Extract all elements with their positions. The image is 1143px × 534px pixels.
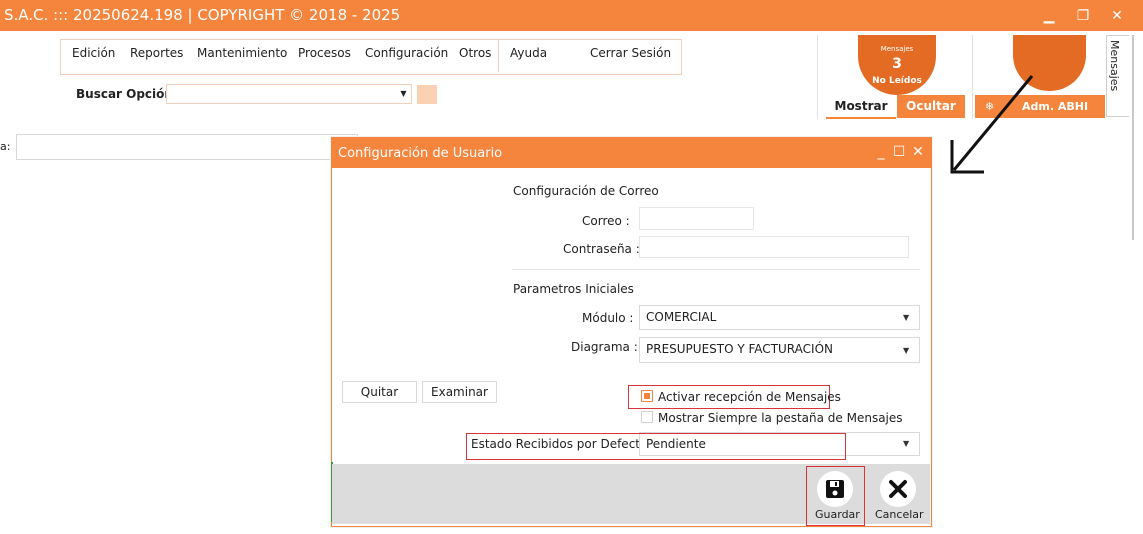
menu-reportes[interactable]: Reportes (130, 46, 183, 60)
chevron-down-icon[interactable]: ▼ (903, 346, 909, 355)
background-field-label: a: (0, 140, 11, 153)
save-label[interactable]: Guardar (815, 508, 860, 521)
messages-side-tab-label: Mensajes (1108, 40, 1121, 92)
email-field[interactable] (639, 207, 754, 230)
chevron-down-icon[interactable]: ▼ (396, 85, 411, 103)
menu-otros[interactable]: Otros (459, 46, 491, 60)
menu-mantenimiento[interactable]: Mantenimiento (197, 46, 287, 60)
close-icon[interactable]: ✕ (1104, 4, 1130, 28)
search-go-button[interactable] (417, 85, 437, 104)
messages-small-label: Mensajes (880, 45, 914, 53)
window-title: S.A.C. ::: 20250624.198 | COPYRIGHT © 20… (4, 6, 401, 24)
menu-ayuda[interactable]: Ayuda (510, 46, 547, 60)
password-label: Contraseña : (563, 242, 640, 256)
show-messages-button[interactable]: Mostrar (826, 95, 896, 119)
checkbox-check-icon (644, 393, 650, 399)
module-label: Módulo : (582, 311, 634, 325)
arrow-icon (950, 75, 1034, 174)
always-show-tab-checkbox[interactable] (641, 411, 653, 423)
menu-edicion[interactable]: Edición (72, 46, 115, 60)
dialog-title: Configuración de Usuario (338, 146, 503, 161)
close-icon (889, 480, 907, 498)
params-section-heading: Parametros Iniciales (513, 282, 634, 296)
maximize-icon[interactable]: ☐ (890, 144, 908, 160)
close-icon[interactable]: ✕ (909, 144, 927, 160)
diagram-value: PRESUPUESTO Y FACTURACIÓN (646, 342, 833, 356)
menu-procesos[interactable]: Procesos (298, 46, 351, 60)
diagram-label: Diagrama : (571, 340, 638, 354)
messages-status: No Leídos (872, 76, 922, 86)
module-value: COMERCIAL (646, 310, 717, 324)
menu-configuracion[interactable]: Configuración (365, 46, 448, 60)
email-label: Correo : (582, 214, 630, 228)
background-field[interactable] (16, 134, 358, 160)
section-divider (512, 269, 920, 270)
cancel-button[interactable] (880, 471, 916, 507)
restore-icon[interactable]: ❐ (1070, 4, 1096, 28)
diagram-select[interactable]: PRESUPUESTO Y FACTURACIÓN (639, 337, 920, 363)
highlight-frame (466, 433, 846, 460)
email-section-heading: Configuración de Correo (513, 184, 659, 198)
module-select[interactable]: COMERCIAL (639, 305, 920, 330)
browse-button[interactable]: Examinar (422, 381, 497, 403)
save-button[interactable] (817, 471, 853, 507)
messages-count: 3 (892, 56, 902, 72)
save-icon (826, 480, 844, 498)
menu-separator (498, 40, 499, 72)
minimize-icon[interactable]: _ (872, 144, 890, 160)
cancel-label[interactable]: Cancelar (875, 508, 924, 521)
search-input[interactable] (166, 84, 412, 104)
minimize-icon[interactable]: ▁ (1036, 4, 1062, 28)
menu-cerrar-sesion[interactable]: Cerrar Sesión (590, 46, 671, 60)
receive-messages-label[interactable]: Activar recepción de Mensajes (658, 390, 841, 404)
chevron-down-icon[interactable]: ▼ (903, 439, 909, 448)
scrollbar[interactable] (1132, 35, 1134, 240)
remove-button[interactable]: Quitar (342, 381, 417, 403)
always-show-tab-label[interactable]: Mostrar Siempre la pestaña de Mensajes (658, 411, 903, 425)
chevron-down-icon[interactable]: ▼ (903, 313, 909, 322)
password-field[interactable] (639, 236, 909, 258)
